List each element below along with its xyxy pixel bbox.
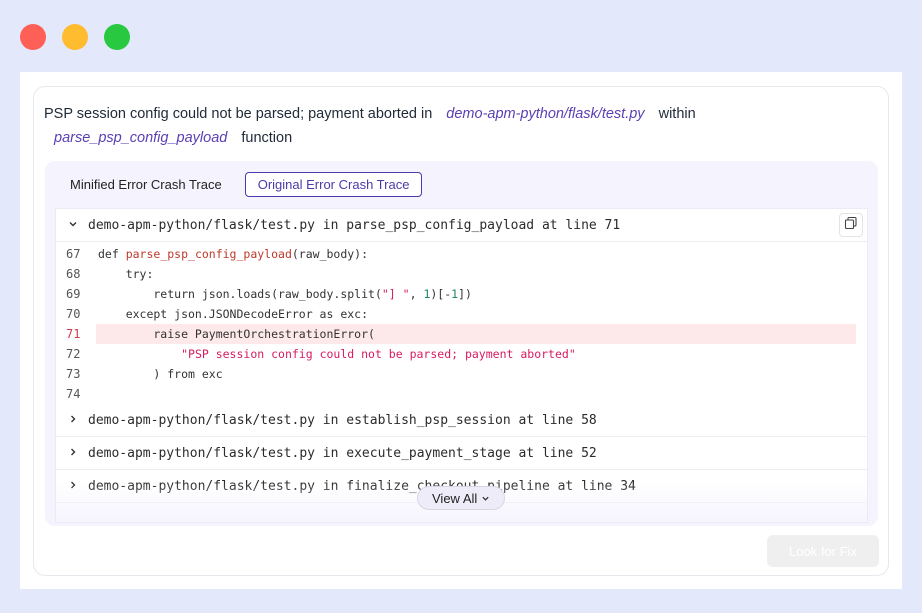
code-line-highlighted: 71 raise PaymentOrchestrationError( [56, 324, 867, 344]
chevron-right-icon [66, 480, 80, 493]
code-text: return json.loads(raw_body.split( [98, 287, 382, 301]
stack-frame-label: demo-apm-python/flask/test.py in parse_p… [88, 217, 621, 233]
stack-frame-label: demo-apm-python/flask/test.py in execute… [88, 445, 597, 461]
error-card: PSP session config could not be parsed; … [33, 86, 889, 576]
code-text: except json.JSONDecodeError as exc: [98, 307, 369, 321]
error-message-prefix: PSP session config could not be parsed; … [44, 106, 433, 122]
code-line: 73 ) from exc [56, 364, 867, 384]
code-snippet: 67 def parse_psp_config_payload(raw_body… [56, 242, 867, 404]
chevron-right-icon [66, 414, 80, 427]
code-line: 68 try: [56, 264, 867, 284]
tab-minified-trace[interactable]: Minified Error Crash Trace [57, 172, 235, 197]
code-text: )[- [430, 287, 452, 301]
look-for-fix-button[interactable]: Look for Fix [767, 535, 879, 567]
line-number: 68 [66, 267, 81, 281]
code-text: , [409, 287, 424, 301]
copy-icon [844, 216, 858, 234]
code-string: "] " [381, 287, 410, 301]
error-function-text: function [241, 130, 293, 146]
code-line: 69 return json.loads(raw_body.split("] "… [56, 284, 867, 304]
stack-frame[interactable]: demo-apm-python/flask/test.py in establi… [56, 404, 867, 437]
error-file-path[interactable]: demo-apm-python/flask/test.py [436, 106, 654, 122]
view-all-button[interactable]: View All [417, 486, 506, 510]
stack-trace: demo-apm-python/flask/test.py in parse_p… [55, 208, 868, 523]
code-line: 72 "PSP session config could not be pars… [56, 344, 867, 364]
line-number: 72 [66, 347, 81, 361]
line-number: 69 [66, 287, 81, 301]
error-within-text: within [658, 106, 696, 122]
code-text: raise PaymentOrchestrationError( [96, 324, 856, 344]
line-number: 74 [66, 387, 81, 401]
stack-frame-label: demo-apm-python/flask/test.py in finaliz… [88, 478, 636, 494]
window-controls [20, 24, 130, 50]
code-text: (raw_body): [291, 247, 369, 261]
error-function-name[interactable]: parse_psp_config_payload [44, 130, 237, 146]
close-window-button[interactable] [20, 24, 46, 50]
maximize-window-button[interactable] [104, 24, 130, 50]
stack-frame[interactable]: demo-apm-python/flask/test.py in parse_p… [56, 209, 867, 242]
chevron-down-icon [66, 219, 80, 232]
app-window: PSP session config could not be parsed; … [20, 72, 902, 589]
code-text: ]) [458, 287, 472, 301]
trace-tabs: Minified Error Crash Trace Original Erro… [57, 172, 423, 197]
line-number: 67 [66, 247, 81, 261]
error-message: PSP session config could not be parsed; … [44, 102, 844, 150]
stack-frame-label: demo-apm-python/flask/test.py in establi… [88, 412, 597, 428]
view-all-label: View All [432, 490, 478, 506]
chevron-down-icon [481, 491, 490, 506]
copy-button[interactable] [839, 213, 863, 237]
crash-trace-panel: Minified Error Crash Trace Original Erro… [45, 161, 878, 526]
code-line: 67 def parse_psp_config_payload(raw_body… [56, 244, 867, 264]
code-line: 74 [56, 384, 867, 404]
line-number: 70 [66, 307, 81, 321]
line-number: 73 [66, 367, 81, 381]
code-string: "PSP session config could not be parsed;… [181, 347, 576, 361]
code-keyword: def [98, 247, 126, 261]
code-line: 70 except json.JSONDecodeError as exc: [56, 304, 867, 324]
stack-frame[interactable]: demo-apm-python/flask/test.py in execute… [56, 437, 867, 470]
tab-original-trace[interactable]: Original Error Crash Trace [244, 172, 423, 197]
code-function: parse_psp_config_payload [125, 247, 292, 261]
chevron-right-icon [66, 447, 80, 460]
minimize-window-button[interactable] [62, 24, 88, 50]
line-number: 71 [66, 327, 81, 341]
code-text: try: [98, 267, 154, 281]
code-text: ) from exc [98, 367, 223, 381]
